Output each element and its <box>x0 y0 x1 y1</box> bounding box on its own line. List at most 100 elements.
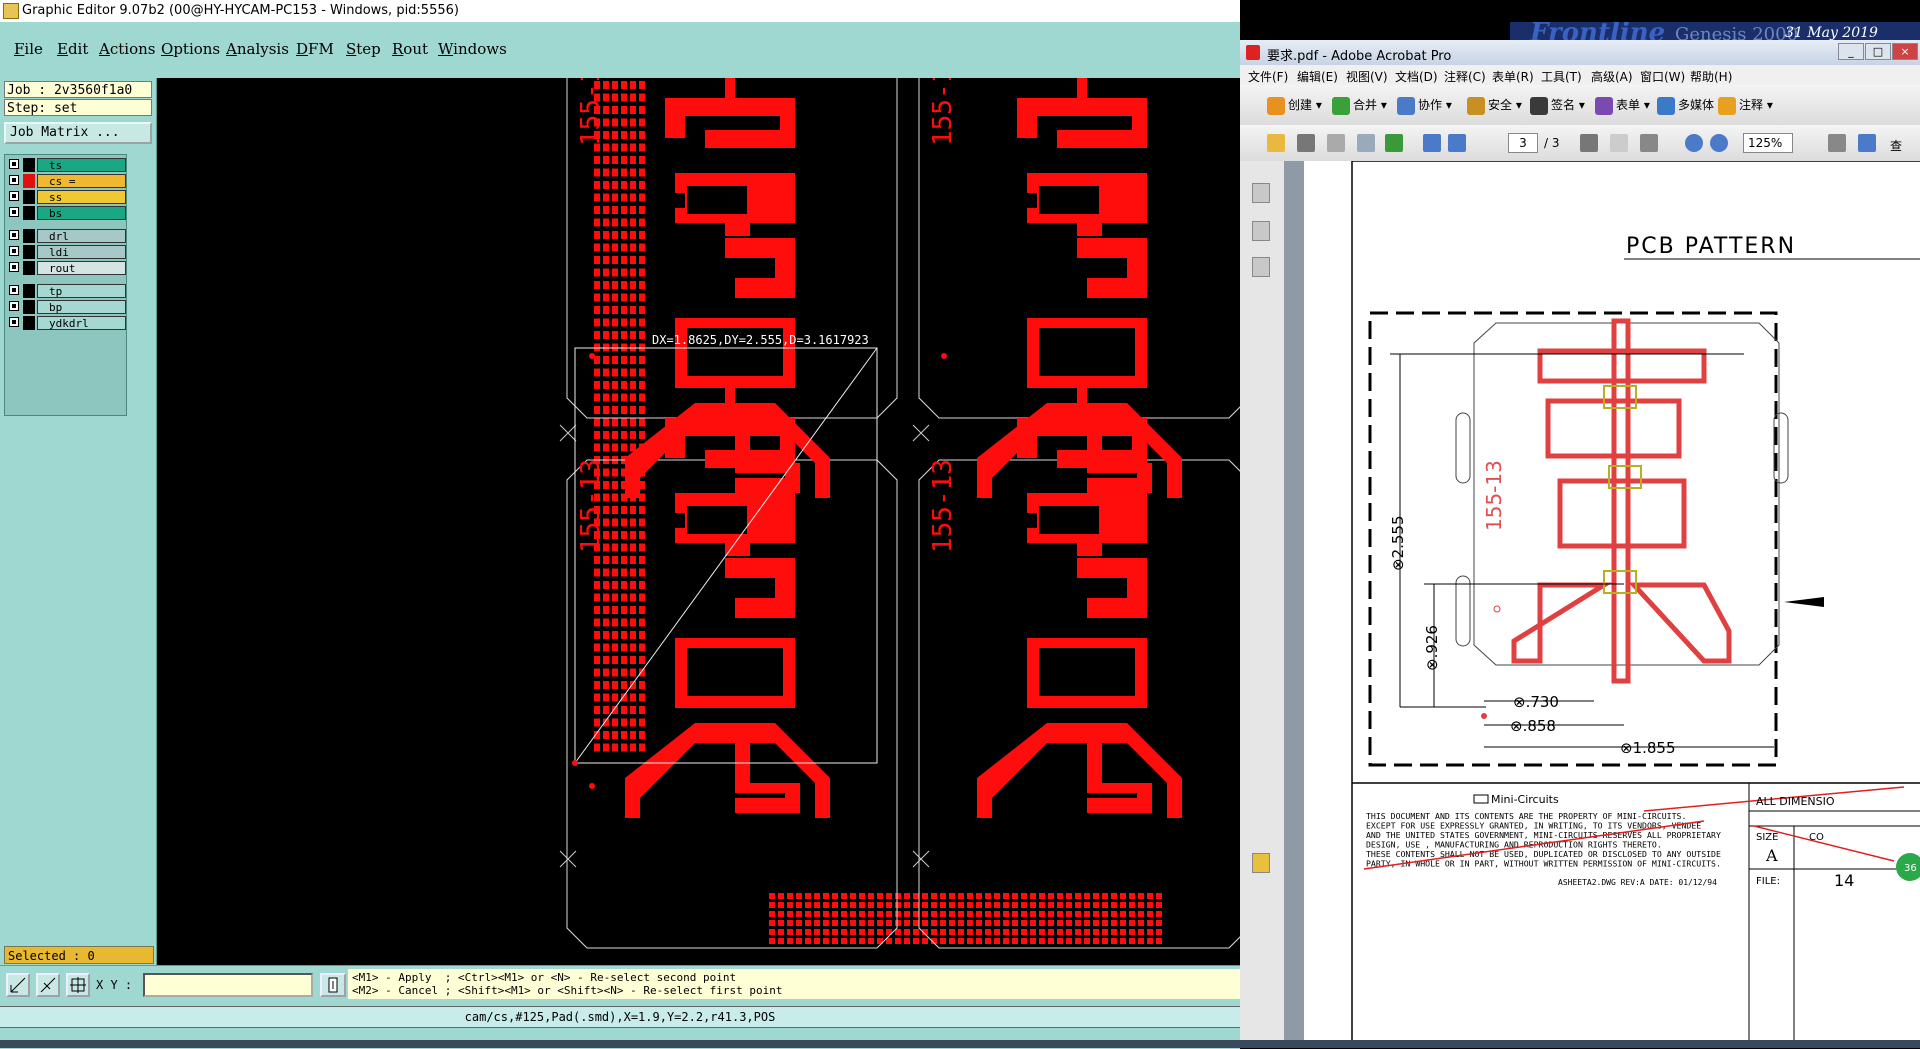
zoom-home-button[interactable] <box>6 973 30 997</box>
signatures-icon[interactable] <box>1252 257 1270 277</box>
info-button[interactable] <box>320 973 346 997</box>
acrobat-menu-2[interactable]: 视图(V) <box>1346 68 1388 85</box>
next-page-icon[interactable] <box>1448 134 1466 152</box>
acrobat-menu-5[interactable]: 表单(R) <box>1492 68 1534 85</box>
acrobat-menu-7[interactable]: 高级(A) <box>1591 68 1633 85</box>
layer-name[interactable]: tp <box>37 284 126 298</box>
measure-button[interactable] <box>36 973 60 997</box>
zoom-select[interactable]: 125% <box>1743 133 1793 153</box>
layer-name[interactable]: drl <box>37 229 126 243</box>
layer-name[interactable]: ldi <box>37 245 126 259</box>
select-tool-icon[interactable] <box>1580 134 1598 152</box>
acrobat-menu-1[interactable]: 编辑(E) <box>1297 68 1338 85</box>
layer-checkbox[interactable] <box>9 191 19 201</box>
layer-checkbox[interactable] <box>9 175 19 185</box>
menu-rout[interactable]: Rout <box>392 40 428 58</box>
acrobat-menu-6[interactable]: 工具(T) <box>1541 68 1582 85</box>
layer-row-bs[interactable]: bs <box>7 206 126 220</box>
pad <box>832 920 838 926</box>
toolbar-4[interactable]: 签名 ▾ <box>1530 96 1585 116</box>
layer-name[interactable]: bs <box>37 206 126 220</box>
pages-icon[interactable] <box>1252 183 1270 203</box>
layer-checkbox[interactable] <box>9 262 19 272</box>
layer-row-ldi[interactable]: ldi <box>7 245 126 259</box>
menu-options[interactable]: Options <box>161 40 220 58</box>
layer-row-ss[interactable]: ss <box>7 190 126 204</box>
zoom-out-icon[interactable] <box>1685 134 1703 152</box>
open-icon[interactable] <box>1267 134 1285 152</box>
layer-checkbox[interactable] <box>9 301 19 311</box>
toolbar-2[interactable]: 协作 ▾ <box>1397 96 1452 116</box>
acrobat-menu-4[interactable]: 注释(C) <box>1444 68 1486 85</box>
toolbar-1[interactable]: 合并 ▾ <box>1332 96 1387 116</box>
layer-row-cs[interactable]: cs = <box>7 174 126 188</box>
pad <box>904 911 910 917</box>
email-icon[interactable] <box>1357 134 1375 152</box>
xy-input[interactable] <box>143 973 313 997</box>
menu-dfm[interactable]: DFM <box>296 40 334 58</box>
prev-page-icon[interactable] <box>1423 134 1441 152</box>
comments-icon[interactable] <box>1252 853 1270 873</box>
layer-checkbox[interactable] <box>9 230 19 240</box>
document-view[interactable]: PCB PATTERN 155-13 ⊗2.555 ⊗.926 ⊗.730 ⊗.858 ⊗1… <box>1284 161 1920 1048</box>
page-number-input[interactable]: 3 <box>1508 133 1538 153</box>
layer-checkbox[interactable] <box>9 317 19 327</box>
acrobat-menu-3[interactable]: 文档(D) <box>1395 68 1438 85</box>
minimize-button[interactable]: _ <box>1838 43 1864 60</box>
layer-row-bp[interactable]: bp <box>7 300 126 314</box>
fullscreen-icon[interactable] <box>1858 134 1876 152</box>
pad <box>1039 938 1045 944</box>
close-button[interactable]: × <box>1892 43 1918 60</box>
layer-row-drl[interactable]: drl <box>7 229 126 243</box>
pad <box>1111 911 1117 917</box>
layer-name[interactable]: ss <box>37 190 126 204</box>
search-field[interactable]: 查 <box>1890 137 1902 154</box>
toolbar-6[interactable]: 多媒体 ▾ <box>1657 96 1724 116</box>
menu-file[interactable]: File <box>14 40 43 58</box>
layer-name[interactable]: bp <box>37 300 126 314</box>
job-matrix-button[interactable]: Job Matrix ... <box>4 122 152 144</box>
snap-grid-button[interactable] <box>66 973 90 997</box>
layer-name[interactable]: cs = <box>37 174 126 188</box>
layer-checkbox[interactable] <box>9 285 19 295</box>
toolbar-icon <box>1397 96 1415 115</box>
pad <box>630 418 636 427</box>
toolbar-5[interactable]: 表单 ▾ <box>1595 96 1650 116</box>
zoom-tool-icon[interactable] <box>1640 134 1658 152</box>
layer-row-rout[interactable]: rout <box>7 261 126 275</box>
share-icon[interactable] <box>1385 134 1403 152</box>
layer-checkbox[interactable] <box>9 159 19 169</box>
toolbar-3[interactable]: 安全 ▾ <box>1467 96 1522 116</box>
menu-step[interactable]: Step <box>346 40 381 58</box>
layer-row-ts[interactable]: ts <box>7 158 126 172</box>
menu-analysis[interactable]: Analysis <box>226 40 289 58</box>
attachments-icon[interactable] <box>1252 221 1270 241</box>
menu-windows[interactable]: Windows <box>438 40 507 58</box>
maximize-button[interactable]: □ <box>1865 43 1891 60</box>
hand-tool-icon[interactable] <box>1610 134 1628 152</box>
pad <box>594 656 600 664</box>
zoom-in-icon[interactable] <box>1710 134 1728 152</box>
layer-name[interactable]: rout <box>37 261 126 275</box>
acrobat-menu-0[interactable]: 文件(F) <box>1248 68 1288 85</box>
layer-checkbox[interactable] <box>9 246 19 256</box>
layer-row-ydkdrl[interactable]: ydkdrl <box>7 316 126 330</box>
save-icon[interactable] <box>1327 134 1345 152</box>
graphics-canvas[interactable]: 155-13 155-13 155-1 155-1 DX=1.8625,DY=2.555… <box>157 78 1240 965</box>
toolbar-0[interactable]: 创建 ▾ <box>1267 96 1322 116</box>
layer-name[interactable]: ydkdrl <box>37 316 126 330</box>
pad <box>603 593 609 602</box>
layer-name[interactable]: ts <box>37 158 126 172</box>
layer-checkbox[interactable] <box>9 207 19 217</box>
fit-page-icon[interactable] <box>1828 134 1846 152</box>
pad <box>841 929 847 935</box>
pcb-view[interactable]: 155-13 155-13 155-1 155-1 DX=1.8625,DY=2.555… <box>157 78 1240 965</box>
acrobat-menu-8[interactable]: 窗口(W) <box>1640 68 1685 85</box>
pad <box>958 893 964 899</box>
layer-row-tp[interactable]: tp <box>7 284 126 298</box>
acrobat-menu-9[interactable]: 帮助(H) <box>1690 68 1732 85</box>
menu-actions[interactable]: Actions <box>99 40 155 58</box>
print-icon[interactable] <box>1297 134 1315 152</box>
toolbar-7[interactable]: 注释 ▾ <box>1718 96 1773 116</box>
menu-edit[interactable]: Edit <box>57 40 88 58</box>
